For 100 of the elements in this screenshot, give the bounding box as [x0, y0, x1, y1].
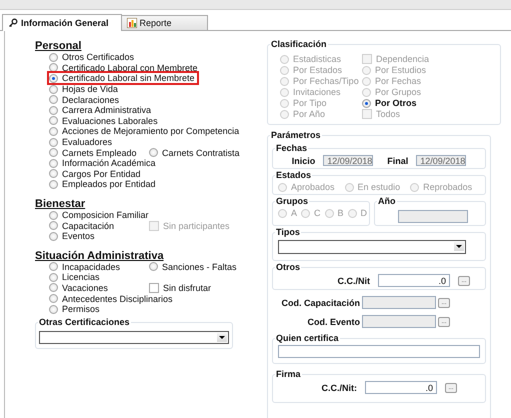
- option-label: Cargos Por Entidad: [62, 168, 141, 179]
- option-label: Todos: [376, 109, 400, 119]
- option-label: Hojas de Vida: [62, 84, 118, 94]
- radio-button[interactable]: [49, 221, 58, 230]
- group-title: Otras Certificaciones: [38, 317, 131, 328]
- option-label: Invitaciones: [293, 87, 341, 97]
- option-label: Por Estados: [293, 65, 342, 75]
- radio-button[interactable]: [49, 283, 58, 292]
- option-label: Eventos: [62, 231, 95, 242]
- option-label: Carrera Administrativa: [62, 105, 152, 116]
- radio-button[interactable]: [49, 116, 58, 126]
- dropdown-arrow-icon: [454, 242, 464, 251]
- input-field[interactable]: .0: [365, 381, 437, 394]
- input-field[interactable]: 12/09/2018: [323, 155, 374, 166]
- radio-button[interactable]: [49, 262, 58, 272]
- group-title: Clasificación: [270, 39, 328, 50]
- group-title: Parámetros: [270, 130, 322, 141]
- option-label: Composicion Familiar: [62, 210, 149, 220]
- input-field[interactable]: [398, 210, 468, 223]
- radio-button[interactable]: [49, 169, 58, 178]
- option-label: Estadisticas: [293, 54, 342, 64]
- option-label: B: [338, 208, 344, 218]
- radio-button[interactable]: [49, 148, 58, 158]
- option-label: Permisos: [62, 304, 100, 314]
- radio-button[interactable]: [49, 52, 58, 62]
- option-label: Dependencia: [376, 54, 430, 64]
- input-field[interactable]: [278, 345, 480, 358]
- option-label: Evaluadores: [62, 137, 112, 148]
- radio-button[interactable]: [49, 180, 58, 189]
- radio-button[interactable]: [49, 294, 58, 304]
- option-label: Certificado Laboral sin Membrete: [62, 73, 195, 84]
- radio-button[interactable]: [49, 272, 58, 282]
- option-label: Capacitación: [62, 220, 114, 231]
- group-title: Grupos: [275, 196, 310, 207]
- field-label: Final: [387, 156, 408, 166]
- group-title: Tipos: [275, 227, 301, 238]
- option-label: En estudio: [358, 182, 400, 192]
- radio-button[interactable]: [362, 98, 371, 108]
- radio-button[interactable]: [49, 95, 58, 104]
- radio-button[interactable]: [49, 232, 58, 241]
- option-label: Certificado Laboral con Membrete: [62, 62, 198, 73]
- option-label: Licencias: [62, 272, 100, 282]
- radio-button[interactable]: [49, 158, 58, 168]
- section-title: Bienestar: [35, 198, 86, 210]
- group-title: Fechas: [275, 143, 308, 154]
- radio-button[interactable]: [49, 74, 58, 83]
- radio-button[interactable]: [149, 262, 158, 272]
- dropdown-arrow-icon: [217, 333, 227, 342]
- option-label: Acciones de Mejoramiento por Competencia: [62, 126, 240, 136]
- radio-button[interactable]: [49, 138, 58, 147]
- radio-button[interactable]: [49, 304, 58, 314]
- group-title: Otros: [275, 262, 302, 273]
- bar-chart-icon: [126, 18, 137, 28]
- option-label: Reprobados: [423, 182, 472, 192]
- dropdown[interactable]: [39, 331, 229, 344]
- input-field[interactable]: .0: [378, 274, 450, 287]
- field-label: Cod. Evento: [306, 316, 360, 326]
- option-label: Incapacidades: [62, 262, 120, 272]
- option-label: Por Fechas/Tipo: [293, 76, 359, 86]
- section-title: Situación Administrativa: [35, 250, 164, 262]
- radio-button[interactable]: [49, 126, 58, 136]
- group-title: Estados: [275, 170, 312, 181]
- option-label: Carnets Empleado: [62, 148, 137, 158]
- tab[interactable]: Información General: [2, 14, 122, 31]
- option-label: D: [360, 208, 368, 218]
- option-label: Aprobados: [291, 182, 335, 192]
- option-label: C: [314, 208, 321, 218]
- section-title: Personal: [35, 40, 82, 52]
- field-label: Cod. Capacitación: [280, 298, 360, 308]
- option-label: Por Otros: [375, 98, 417, 108]
- option-label: Información Académica: [62, 158, 156, 168]
- checkbox[interactable]: [149, 282, 159, 293]
- group-title: Año: [377, 196, 396, 207]
- input-field[interactable]: [362, 296, 436, 309]
- key-icon: [8, 18, 18, 28]
- option-label: Carnets Contratista: [162, 148, 240, 158]
- tab[interactable]: Reporte: [120, 15, 208, 30]
- radio-button[interactable]: [49, 210, 58, 220]
- option-label: Por Fechas: [375, 76, 422, 86]
- option-label: Vacaciones: [62, 282, 108, 293]
- option-label: Evaluaciones Laborales: [62, 116, 158, 126]
- input-field[interactable]: [362, 315, 436, 328]
- option-label: Por Año: [293, 109, 326, 119]
- option-label: Antecedentes Disciplinarios: [62, 294, 173, 304]
- input-field[interactable]: 12/09/2018: [416, 155, 466, 166]
- field-label: C.C./Nit:: [320, 382, 357, 392]
- group-title: Firma: [275, 369, 302, 380]
- option-label: Sanciones - Faltas: [162, 262, 237, 272]
- dropdown[interactable]: [278, 240, 466, 254]
- option-label: Empleados por Entidad: [62, 179, 156, 190]
- option-label: Otros Certificados: [62, 52, 134, 62]
- option-label: A: [291, 208, 298, 218]
- radio-button[interactable]: [149, 148, 158, 158]
- field-label: Inicio: [292, 156, 316, 166]
- radio-button[interactable]: [49, 106, 58, 115]
- option-label: Por Estudios: [375, 65, 426, 75]
- option-label: Por Tipo: [293, 98, 327, 108]
- option-label: Sin participantes: [163, 220, 230, 231]
- group-title: Quien certifica: [275, 333, 340, 344]
- option-label: Declaraciones: [62, 94, 120, 105]
